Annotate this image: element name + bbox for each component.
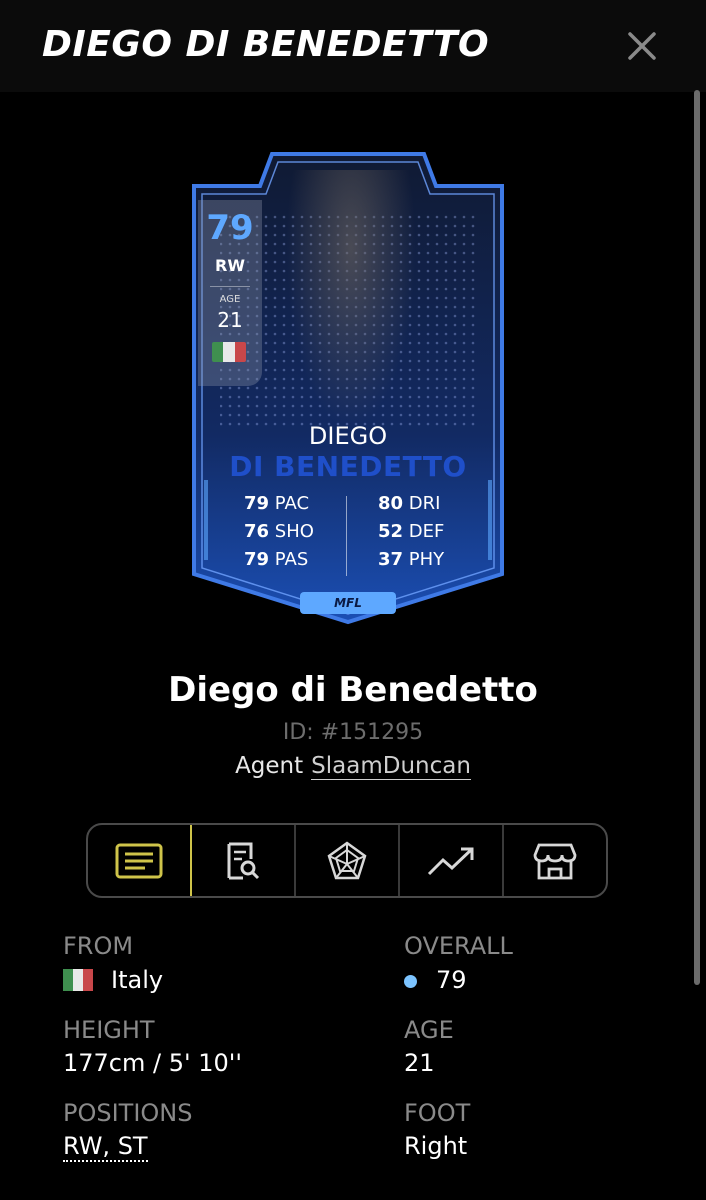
stat-dri: 80 DRI [378, 493, 441, 514]
card-age-label: AGE [219, 294, 241, 305]
height-value: 177cm / 5' 10'' [63, 1049, 242, 1077]
stat-sho: 76 SHO [244, 521, 314, 542]
mfl-logo: MFL [334, 596, 362, 610]
tab-attributes[interactable] [296, 825, 400, 896]
player-name: Diego di Benedetto [168, 670, 538, 710]
tab-progression[interactable] [400, 825, 504, 896]
italy-flag-icon [63, 969, 93, 991]
list-icon [115, 843, 163, 878]
radar-chart-icon [327, 840, 367, 879]
foot-label: FOOT [404, 1099, 471, 1127]
italy-flag-icon [212, 342, 246, 362]
player-card: 79 RW AGE 21 DIEGO DI BENEDETTO 79 PAC 7… [190, 150, 506, 626]
scrollbar[interactable] [694, 90, 700, 985]
card-first-name: DIEGO [308, 422, 388, 450]
positions-value[interactable]: RW, ST [63, 1132, 148, 1162]
card-last-name: DI BENEDETTO [229, 450, 467, 483]
from-label: FROM [63, 932, 134, 960]
card-position: RW [215, 256, 245, 275]
tab-report[interactable] [192, 825, 296, 896]
positions-label: POSITIONS [63, 1099, 193, 1127]
trend-up-icon [427, 847, 474, 875]
card-rating-panel: 79 RW AGE 21 [198, 200, 262, 386]
divider [210, 286, 250, 287]
height-label: HEIGHT [63, 1016, 155, 1044]
agent-row: Agent SlaamDuncan [0, 753, 706, 780]
stat-phy: 37 PHY [378, 549, 445, 570]
overall-label: OVERALL [404, 932, 513, 960]
player-id: ID: #151295 [282, 720, 424, 745]
player-photo [286, 170, 416, 430]
foot-value: Right [404, 1132, 468, 1160]
player-tabs [86, 823, 608, 898]
document-search-icon [227, 842, 260, 879]
stat-pas: 79 PAS [244, 549, 309, 570]
close-button[interactable] [620, 24, 664, 68]
stat-def: 52 DEF [378, 521, 445, 542]
page-title: DIEGO DI BENEDETTO [42, 24, 490, 65]
from-value: Italy [111, 966, 164, 994]
stat-pac: 79 PAC [244, 493, 310, 514]
overall-dot-icon [404, 975, 417, 988]
age-label: AGE [404, 1016, 454, 1044]
card-overall-rating: 79 [206, 208, 254, 248]
tab-info[interactable] [88, 825, 192, 896]
store-icon [533, 843, 577, 879]
card-age: 21 [217, 308, 243, 332]
agent-link[interactable]: SlaamDuncan [311, 753, 471, 780]
tab-market[interactable] [504, 825, 606, 896]
age-value: 21 [404, 1049, 435, 1077]
close-icon [628, 32, 656, 60]
header-bar: DIEGO DI BENEDETTO [0, 0, 706, 92]
overall-value: 79 [436, 966, 467, 994]
agent-label: Agent [235, 753, 304, 779]
stat-separator [346, 496, 347, 576]
